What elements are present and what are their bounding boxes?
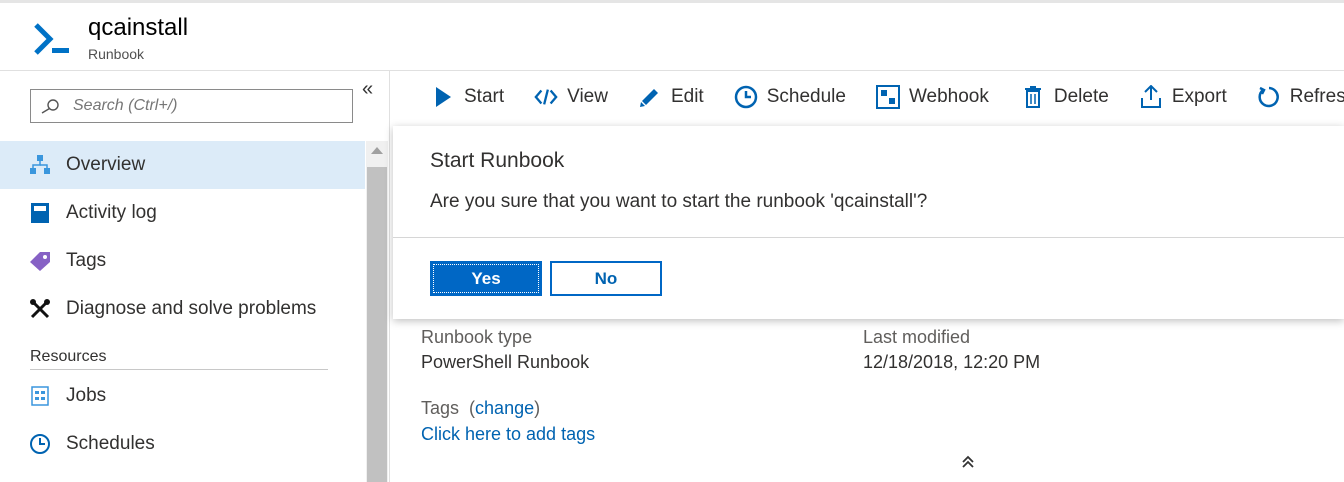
add-tags-link[interactable]: Click here to add tags — [421, 424, 595, 445]
section-divider — [30, 369, 328, 370]
delete-button[interactable]: Delete — [1021, 85, 1109, 109]
sidebar-scrollbar[interactable] — [366, 141, 388, 482]
code-icon — [534, 85, 558, 109]
export-label: Export — [1171, 86, 1227, 107]
scroll-up-arrow-icon[interactable] — [371, 147, 383, 154]
command-bar: Start View Edit Schedule Webhook Delete … — [391, 71, 1344, 123]
edit-button[interactable]: Edit — [638, 85, 704, 109]
clock-icon — [28, 432, 52, 456]
dialog-message: Are you sure that you want to start the … — [430, 191, 928, 212]
start-button[interactable]: Start — [431, 85, 504, 109]
sidebar-item-label: Jobs — [66, 385, 107, 406]
collapse-essentials-icon[interactable] — [961, 453, 975, 474]
webhook-button[interactable]: Webhook — [875, 85, 989, 109]
sidebar: « Overview Activity log — [0, 71, 390, 482]
search-box[interactable] — [30, 89, 353, 123]
view-button[interactable]: View — [534, 85, 608, 109]
refresh-label: Refresh — [1289, 86, 1344, 107]
tags-change-link[interactable]: change — [475, 398, 534, 418]
scrollbar-thumb[interactable] — [367, 167, 387, 482]
schedule-button[interactable]: Schedule — [734, 85, 846, 109]
sidebar-item-label: Tags — [66, 250, 107, 271]
sidebar-item-activity-log[interactable]: Activity log — [0, 189, 365, 237]
sidebar-item-label: Schedules — [66, 433, 155, 454]
search-input[interactable] — [73, 97, 333, 115]
jobs-icon — [28, 384, 52, 408]
last-modified-label: Last modified — [863, 327, 971, 347]
last-modified-value: 12/18/2018, 12:20 PM — [863, 352, 1041, 372]
sidebar-nav: Overview Activity log Tags Diagnose and … — [0, 141, 365, 468]
sidebar-item-overview[interactable]: Overview — [0, 141, 365, 189]
delete-label: Delete — [1053, 86, 1109, 107]
sidebar-item-label: Overview — [66, 154, 146, 175]
tag-icon — [28, 249, 52, 273]
sidebar-item-diagnose[interactable]: Diagnose and solve problems — [0, 285, 365, 333]
runbook-type-value: PowerShell Runbook — [421, 352, 590, 372]
sidebar-item-label: Activity log — [66, 202, 157, 223]
edit-label: Edit — [670, 86, 704, 107]
export-icon — [1139, 85, 1163, 109]
dialog-divider — [393, 237, 1344, 238]
dialog-title: Start Runbook — [430, 149, 565, 172]
page-subtitle: Runbook — [88, 46, 145, 62]
clock-icon — [734, 85, 758, 109]
overview-icon — [28, 153, 52, 177]
sidebar-item-tags[interactable]: Tags — [0, 237, 365, 285]
trash-icon — [1021, 85, 1045, 109]
yes-button[interactable]: Yes — [430, 261, 542, 296]
sidebar-item-schedules[interactable]: Schedules — [0, 420, 365, 468]
tags-label: Tags — [421, 398, 460, 418]
collapse-sidebar-button[interactable]: « — [362, 79, 373, 99]
pencil-icon — [638, 85, 662, 109]
play-icon — [431, 85, 455, 109]
page-title: qcainstall — [88, 14, 189, 41]
wrench-icon — [28, 297, 52, 321]
schedule-label: Schedule — [766, 86, 846, 107]
start-label: Start — [464, 86, 505, 107]
activity-log-icon — [28, 201, 52, 225]
export-button[interactable]: Export — [1139, 85, 1227, 109]
sidebar-item-label: Diagnose and solve problems — [66, 298, 317, 319]
refresh-button[interactable]: Refresh — [1257, 85, 1344, 109]
no-button[interactable]: No — [550, 261, 662, 296]
search-icon — [41, 99, 59, 114]
view-label: View — [567, 86, 608, 107]
runbook-type-label: Runbook type — [421, 327, 533, 347]
webhook-icon — [875, 85, 900, 109]
start-runbook-dialog: Start Runbook Are you sure that you want… — [393, 126, 1344, 319]
tags-paren-close: ) — [534, 398, 541, 418]
webhook-label: Webhook — [908, 86, 989, 107]
runbook-icon — [34, 23, 69, 55]
sidebar-item-jobs[interactable]: Jobs — [0, 372, 365, 420]
tags-label-row: Tags (change) — [421, 398, 540, 419]
blade-header: qcainstall Runbook — [0, 0, 1344, 71]
refresh-icon — [1257, 85, 1281, 109]
